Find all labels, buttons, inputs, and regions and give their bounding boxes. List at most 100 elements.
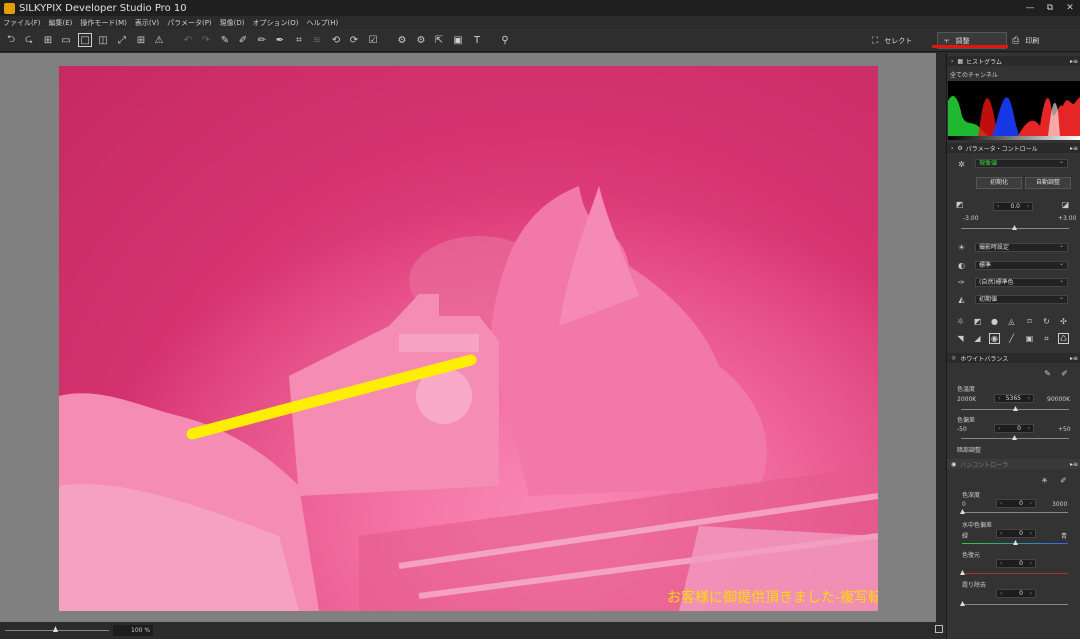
batch-develop-icon[interactable]: ⚙: [414, 33, 428, 47]
tool-brush-icon[interactable]: ╱: [1006, 333, 1017, 344]
adjust-mode-underline: [932, 45, 1008, 48]
paste-all-icon[interactable]: ✏: [255, 33, 269, 47]
menu-mode[interactable]: 操作モード(M): [80, 18, 127, 28]
color-icon[interactable]: ✑: [956, 277, 967, 288]
tool-tone-icon[interactable]: ●: [989, 316, 1000, 327]
menu-edit[interactable]: 編集(E): [49, 18, 73, 28]
redo-icon[interactable]: ↷: [199, 33, 213, 47]
menu-develop[interactable]: 現像(D): [220, 18, 245, 28]
tool-color-icon[interactable]: ◬: [1006, 316, 1017, 327]
zoom-value-box[interactable]: 100 %: [113, 625, 153, 636]
wb-tint-input[interactable]: ‹ 0 ›: [994, 424, 1034, 433]
sharpness-select[interactable]: 初期値: [975, 294, 1068, 304]
menu-bar: ファイル(F) 編集(E) 操作モード(M) 表示(V) パラメータ(P) 現像…: [0, 16, 1080, 29]
sharpness-icon[interactable]: ◭: [956, 294, 967, 305]
restore-slider[interactable]: [962, 573, 1068, 574]
undo-icon[interactable]: ↶: [181, 33, 195, 47]
compare-view-icon[interactable]: ◫: [96, 33, 110, 47]
exposure-auto-icon[interactable]: ◪: [1060, 199, 1071, 210]
slideshow-icon[interactable]: ▣: [451, 33, 465, 47]
wb-preset-select[interactable]: 撮影時設定: [975, 242, 1068, 252]
hl-picker-icon[interactable]: ✐: [1058, 475, 1069, 486]
menu-help[interactable]: ヘルプ(H): [307, 18, 339, 28]
paste-select-icon[interactable]: ✒: [273, 33, 287, 47]
tool-recycle-icon[interactable]: ♺: [1058, 333, 1069, 344]
hl-auto-icon[interactable]: ☀: [1039, 475, 1050, 486]
tool-film-icon[interactable]: ▣: [1024, 333, 1035, 344]
mode-select[interactable]: ⛶ セレクト: [872, 32, 912, 49]
warning-icon[interactable]: ⚠: [152, 33, 166, 47]
zoom-slider-knob[interactable]: [53, 626, 58, 632]
hl-header[interactable]: ◉ ハンコントローラ ▸≡: [947, 459, 1080, 469]
crop-icon[interactable]: ⌗: [292, 33, 306, 47]
tool-rotate-icon[interactable]: ↻: [1041, 316, 1052, 327]
loupe-icon[interactable]: ⚲: [498, 33, 512, 47]
mark-icon[interactable]: ☑: [366, 33, 380, 47]
histogram-channel[interactable]: 全てのチャンネル: [950, 70, 998, 79]
tool-exposure-icon[interactable]: ◩: [972, 316, 983, 327]
panel-toggle-icon[interactable]: [935, 625, 943, 633]
dark-adjust-label[interactable]: 暗部調整: [957, 445, 981, 454]
fog-slider[interactable]: [962, 604, 1068, 605]
menu-option[interactable]: オプション(O): [253, 18, 299, 28]
fog-input[interactable]: ‹ 0 ›: [996, 589, 1036, 598]
rotate-right-icon[interactable]: ⟳: [347, 33, 361, 47]
tone-icon[interactable]: ◐: [956, 260, 967, 271]
auto-adjust-button[interactable]: 自動調整: [1025, 177, 1071, 189]
tool-crop-icon[interactable]: ⌗: [1041, 333, 1052, 344]
tone-select[interactable]: 標準: [975, 260, 1068, 270]
histogram-header[interactable]: › ▦ ヒストグラム ▸≡: [947, 56, 1080, 66]
pin-icon[interactable]: ▸≡: [1070, 58, 1078, 65]
tool-wb-icon[interactable]: ☼: [955, 316, 966, 327]
minimize-button[interactable]: —: [1020, 0, 1040, 16]
shooting-settings-icon[interactable]: ☀: [956, 242, 967, 253]
back-icon[interactable]: ⮌: [4, 33, 18, 47]
exposure-icon[interactable]: ◩: [954, 199, 965, 210]
tool-eye-icon[interactable]: ◉: [989, 333, 1000, 344]
title-bar: SILKYPIX Developer Studio Pro 10 — ⧉ ✕: [0, 0, 1080, 16]
menu-view[interactable]: 表示(V): [135, 18, 159, 28]
copy-params-icon[interactable]: ✐: [236, 33, 250, 47]
depth-input[interactable]: ‹ 0 ›: [996, 499, 1036, 508]
develop-icon[interactable]: ⚙: [395, 33, 409, 47]
init-button[interactable]: 初期化: [976, 177, 1022, 189]
paste-params-icon[interactable]: ✎: [218, 33, 232, 47]
mode-print[interactable]: ⎙ 印刷: [1012, 32, 1039, 49]
text-icon[interactable]: T: [470, 33, 484, 47]
fullscreen-icon[interactable]: ⤢: [115, 33, 129, 47]
depth-slider[interactable]: [962, 512, 1068, 513]
forward-icon[interactable]: ⮎: [22, 33, 36, 47]
wb-header[interactable]: ☼ ホワイトバランス ▸≡: [947, 353, 1080, 363]
export-icon[interactable]: ⇱: [432, 33, 446, 47]
gear-icon[interactable]: ✲: [956, 159, 967, 170]
rotate-left-icon[interactable]: ⟲: [329, 33, 343, 47]
wb-temp-input[interactable]: ‹ 5365 ›: [994, 394, 1034, 403]
pin-icon[interactable]: ▸≡: [1070, 461, 1078, 468]
close-button[interactable]: ✕: [1060, 0, 1080, 16]
layers-icon[interactable]: ≋: [310, 33, 324, 47]
restore-input[interactable]: ‹ 0 ›: [996, 559, 1036, 568]
tool-lens-icon[interactable]: ⌑: [1024, 316, 1035, 327]
menu-file[interactable]: ファイル(F): [3, 18, 41, 28]
wb-picker-icon[interactable]: ✎: [1042, 368, 1053, 379]
preset-select[interactable]: 現像値: [975, 158, 1068, 168]
pin-icon[interactable]: ▸≡: [1070, 355, 1078, 362]
dev-input[interactable]: ‹ 0 ›: [996, 529, 1036, 538]
wb-auto-icon[interactable]: ✐: [1059, 368, 1070, 379]
filmstrip-icon[interactable]: ▭: [59, 33, 73, 47]
restore-button[interactable]: ⧉: [1040, 0, 1060, 16]
param-header[interactable]: › ⚙ パラメータ・コントロール ▸≡: [947, 143, 1080, 153]
tool-hsl-icon[interactable]: ✣: [1058, 316, 1069, 327]
exposure-input[interactable]: ‹ 0.0 ›: [993, 202, 1033, 211]
color-select[interactable]: (自然)標準色: [975, 277, 1068, 287]
single-view-icon[interactable]: □: [78, 33, 92, 47]
tool-noise-icon[interactable]: ◢: [972, 333, 983, 344]
thumbnail-grid-icon[interactable]: ⊞: [41, 33, 55, 47]
wb-temp-value: 5365: [1005, 395, 1021, 402]
tool-sharp-icon[interactable]: ◥: [955, 333, 966, 344]
photo-preview[interactable]: お客様に御提供頂きました-複写転載禁止: [59, 66, 878, 611]
preview-area[interactable]: お客様に御提供頂きました-複写転載禁止: [0, 53, 936, 622]
grid-overlay-icon[interactable]: ⊞: [134, 33, 148, 47]
pin-icon[interactable]: ▸≡: [1070, 145, 1078, 152]
menu-parameter[interactable]: パラメータ(P): [167, 18, 211, 28]
